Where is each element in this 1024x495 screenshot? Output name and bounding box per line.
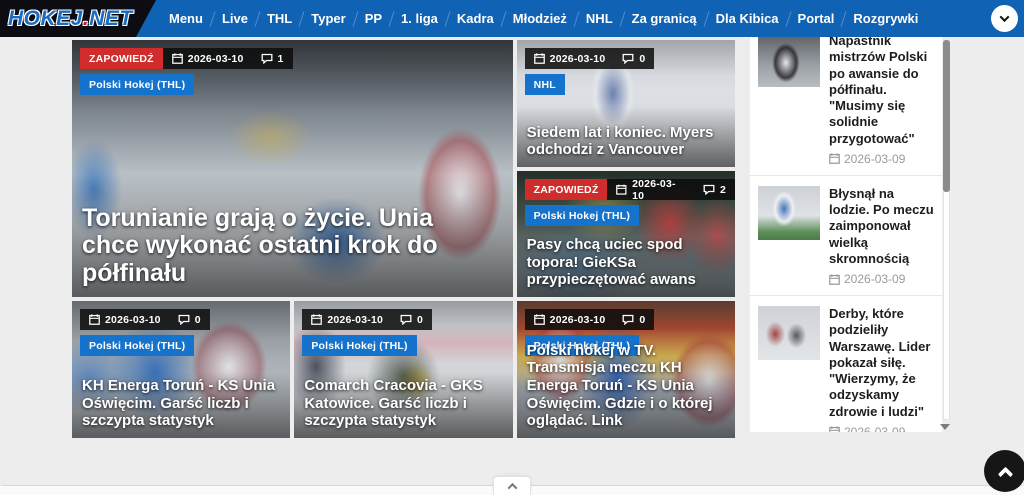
comments-icon: [622, 314, 634, 325]
nav-item-rozgrywki[interactable]: Rozgrywki: [844, 0, 927, 37]
category-badge[interactable]: NHL: [525, 74, 565, 95]
latest-news-sidebar: Napastnik mistrzów Polski po awansie do …: [750, 37, 942, 432]
sidebar-scroll-down-icon[interactable]: [940, 424, 950, 430]
nav-item-portal[interactable]: Portal: [789, 0, 844, 37]
collapse-section-button[interactable]: [493, 476, 531, 495]
back-to-top-button[interactable]: [984, 450, 1024, 492]
article-badges: ZAPOWIEDŹ 2026-03-10 1 Polski Hokej (THL…: [80, 48, 293, 100]
article-badges: ZAPOWIEDŹ 2026-03-10 2 Polski Hokej (THL…: [525, 179, 735, 231]
article-title[interactable]: Pasy chcą uciec spod topora! GieKSa przy…: [527, 236, 725, 289]
article-grid: ZAPOWIEDŹ 2026-03-10 1 Polski Hokej (THL…: [72, 40, 735, 438]
comment-count: 0: [639, 53, 645, 65]
article-date: 2026-03-10: [105, 314, 161, 326]
meta-badge: 2026-03-10 0: [525, 48, 655, 69]
news-date: 2026-03-09: [829, 152, 934, 166]
calendar-icon: [534, 53, 545, 64]
article-title[interactable]: Siedem lat i koniec. Myers odchodzi z Va…: [527, 124, 725, 159]
nav-item-kadra[interactable]: Kadra: [448, 0, 503, 37]
tag-badge: ZAPOWIEDŹ: [525, 179, 608, 200]
article-date: 2026-03-10: [327, 314, 383, 326]
article-badges: 2026-03-10 0 Polski Hokej (THL): [80, 309, 210, 361]
comment-count: 0: [195, 314, 201, 326]
news-date: 2026-03-09: [829, 272, 934, 286]
tag-badge: ZAPOWIEDŹ: [80, 48, 163, 69]
article-card[interactable]: 2026-03-10 0 Polski Hokej (THL) Polski h…: [517, 301, 735, 438]
comments-icon: [400, 314, 412, 325]
chevron-down-icon: [1000, 12, 1010, 22]
nav-item-pp[interactable]: PP: [356, 0, 391, 37]
calendar-icon: [829, 274, 840, 285]
article-title[interactable]: Comarch Cracovia - GKS Katowice. Garść l…: [304, 377, 502, 430]
meta-badge: 2026-03-10 0: [302, 309, 432, 330]
nav-item-dlakibica[interactable]: Dla Kibica: [707, 0, 788, 37]
nav-item-mlodziez[interactable]: Młodzież: [504, 0, 576, 37]
comment-count: 1: [278, 53, 284, 65]
article-date: 2026-03-10: [188, 53, 244, 65]
comment-count: 0: [417, 314, 423, 326]
top-navigation: HOKEJ.NET Menu Live THL Typer PP 1. liga…: [0, 0, 1024, 37]
calendar-icon: [829, 153, 840, 164]
meta-badge: 2026-03-10 0: [525, 309, 655, 330]
news-thumbnail: [758, 37, 820, 87]
calendar-icon: [172, 53, 183, 64]
meta-badge: 2026-03-10 2: [607, 179, 735, 200]
nav-item-1liga[interactable]: 1. liga: [392, 0, 447, 37]
latest-news-list: Napastnik mistrzów Polski po awansie do …: [750, 37, 942, 432]
comments-icon: [178, 314, 190, 325]
meta-badge: 2026-03-10 1: [163, 48, 293, 69]
article-card[interactable]: 2026-03-10 0 NHL Siedem lat i koniec. My…: [517, 40, 735, 167]
nav-item-zagranica[interactable]: Za granicą: [623, 0, 706, 37]
article-badges: 2026-03-10 0 NHL: [525, 48, 655, 100]
news-date: 2026-03-09: [829, 425, 934, 432]
comments-icon: [703, 184, 715, 195]
site-logo[interactable]: HOKEJ.NET: [0, 0, 156, 37]
page: HOKEJ.NET Menu Live THL Typer PP 1. liga…: [0, 0, 1024, 495]
meta-badge: 2026-03-10 0: [80, 309, 210, 330]
chevron-up-icon: [997, 466, 1013, 482]
calendar-icon: [89, 314, 100, 325]
article-title[interactable]: Polski hokej w TV. Transmisja meczu KH E…: [527, 342, 725, 430]
nav-expand-button[interactable]: [991, 5, 1018, 32]
list-item[interactable]: Derby, które podzieliły Warszawę. Lider …: [750, 296, 942, 432]
article-title[interactable]: Torunianie grają o życie. Unia chce wyko…: [82, 205, 473, 288]
article-date: 2026-03-10: [632, 178, 686, 202]
article-date: 2026-03-10: [550, 314, 606, 326]
nav-menu: Menu Live THL Typer PP 1. liga Kadra Mło…: [160, 0, 927, 37]
site-logo-text: HOKEJ.NET: [8, 7, 133, 31]
nav-item-nhl[interactable]: NHL: [577, 0, 622, 37]
article-card-featured[interactable]: ZAPOWIEDŹ 2026-03-10 1 Polski Hokej (THL…: [72, 40, 513, 297]
category-badge[interactable]: Polski Hokej (THL): [80, 74, 194, 95]
comments-icon: [261, 53, 273, 64]
article-card[interactable]: 2026-03-10 0 Polski Hokej (THL) KH Energ…: [72, 301, 290, 438]
calendar-icon: [829, 426, 840, 432]
calendar-icon: [534, 314, 545, 325]
article-card[interactable]: 2026-03-10 0 Polski Hokej (THL) Comarch …: [294, 301, 512, 438]
news-thumbnail: [758, 186, 820, 240]
article-badges: 2026-03-10 0 Polski Hokej (THL): [302, 309, 432, 361]
sidebar-scrollbar-thumb[interactable]: [943, 40, 950, 192]
list-item[interactable]: Błysnął na lodzie. Po meczu zaimponował …: [750, 176, 942, 296]
nav-item-thl[interactable]: THL: [258, 0, 301, 37]
article-card[interactable]: ZAPOWIEDŹ 2026-03-10 2 Polski Hokej (THL…: [517, 171, 735, 297]
news-title[interactable]: Błysnął na lodzie. Po meczu zaimponował …: [829, 186, 934, 267]
article-date: 2026-03-10: [550, 53, 606, 65]
comment-count: 0: [639, 314, 645, 326]
category-badge[interactable]: Polski Hokej (THL): [80, 335, 194, 356]
comment-count: 2: [720, 184, 726, 196]
comments-icon: [622, 53, 634, 64]
category-badge[interactable]: Polski Hokej (THL): [525, 205, 639, 226]
category-badge[interactable]: Polski Hokej (THL): [302, 335, 416, 356]
article-title[interactable]: KH Energa Toruń - KS Unia Oświęcim. Garś…: [82, 377, 280, 430]
news-thumbnail: [758, 306, 820, 360]
news-title[interactable]: Napastnik mistrzów Polski po awansie do …: [829, 37, 934, 147]
news-title[interactable]: Derby, które podzieliły Warszawę. Lider …: [829, 306, 934, 420]
chevron-up-icon: [507, 482, 517, 492]
calendar-icon: [616, 184, 627, 195]
nav-item-live[interactable]: Live: [213, 0, 257, 37]
nav-item-menu[interactable]: Menu: [160, 0, 212, 37]
list-item[interactable]: Napastnik mistrzów Polski po awansie do …: [750, 37, 942, 176]
calendar-icon: [311, 314, 322, 325]
nav-item-typer[interactable]: Typer: [302, 0, 354, 37]
